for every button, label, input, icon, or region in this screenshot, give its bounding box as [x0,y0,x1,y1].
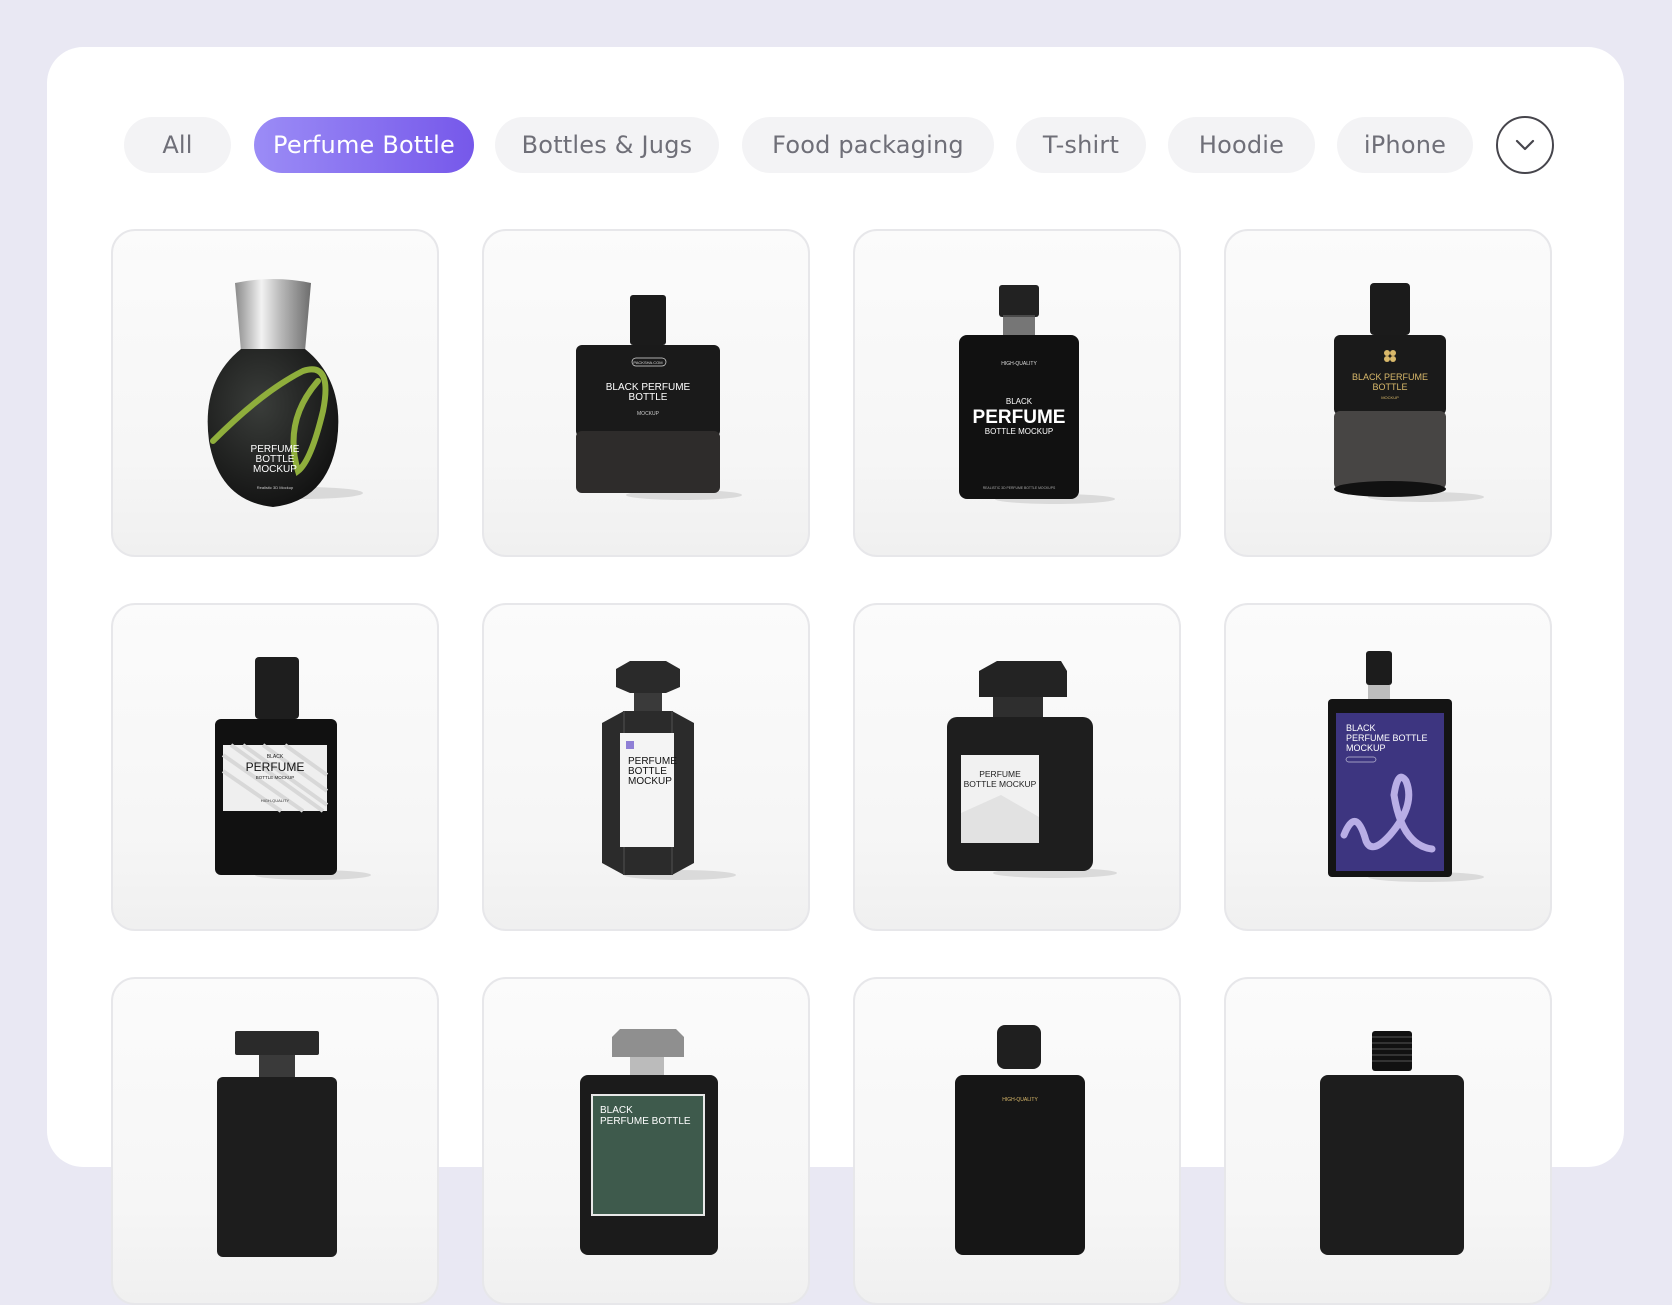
bottle-label: MOCKUP [1346,743,1386,753]
perfume-bottle-image: PERFUME BOTTLE MOCKUP [602,661,736,880]
bottle-small-text: Realistic 3D Mockup [257,485,294,490]
bottle-label: BLACK [600,1105,633,1116]
bottle-label: PERFUME [246,760,305,774]
bottle-small-text: REALISTIC 3D PERFUME BOTTLE MOCKUPS [983,486,1056,490]
bottle-label: BOTTLE MOCKUP [964,779,1037,789]
bottle-small-text: MOCKUP [637,411,660,417]
perfume-bottle-image: HIGH-QUALITY [955,1025,1085,1255]
bottle-label: PERFUME [979,769,1021,779]
mockup-card[interactable]: BLACK PERFUME BOTTLE MOCKUP [1224,603,1552,931]
mockup-card[interactable]: HIGH-QUALITY [853,977,1181,1305]
mockup-card[interactable] [111,977,439,1305]
perfume-bottle-image [217,1031,337,1257]
mockup-card[interactable]: HIGH-QUALITY BLACK PERFUME BOTTLE MOCKUP… [853,229,1181,557]
perfume-bottle-image: PACKSHA.COM BLACK PERFUME BOTTLE MOCKUP [576,295,742,500]
bottle-label: MOCKUP [253,464,297,475]
mockup-card[interactable]: PERFUME BOTTLE MOCKUP [853,603,1181,931]
bottle-label: BLACK [1346,723,1376,733]
bottle-label: BLACK PERFUME [1352,372,1428,382]
bottle-label: PERFUME BOTTLE [1346,733,1428,743]
bottle-top-text: PACKSHA.COM [633,360,662,365]
bottle-label-pre: BLACK [1006,397,1033,406]
mockup-card[interactable]: BLACK PERFUME BOTTLE MOCKUP [1224,229,1552,557]
filter-chip-bottles-jugs[interactable]: Bottles & Jugs [495,117,719,173]
bottle-label: PERFUME BOTTLE [600,1116,691,1127]
bottle-top-text: HIGH-QUALITY [1001,361,1037,367]
bottle-small-text: HIGH-QUALITY [261,798,290,803]
mockup-card[interactable]: PERFUME BOTTLE MOCKUP Realistic 3D Mocku… [111,229,439,557]
perfume-bottle-image: BLACK PERFUME BOTTLE MOCKUP [1334,283,1484,502]
mockup-card[interactable]: BLACK PERFUME BOTTLE MOCKUP HIGH-QUALITY [111,603,439,931]
perfume-bottle-image: HIGH-QUALITY BLACK PERFUME BOTTLE MOCKUP… [959,285,1115,504]
bottle-top-text: HIGH-QUALITY [1002,1097,1038,1103]
mockup-card[interactable]: BLACK PERFUME BOTTLE [482,977,810,1305]
chevron-down-icon [1515,139,1535,151]
more-categories-button[interactable] [1496,116,1554,174]
perfume-bottle-image: PERFUME BOTTLE MOCKUP Realistic 3D Mocku… [207,279,363,507]
bottle-label: MOCKUP [628,776,672,787]
filter-chip-perfume-bottle[interactable]: Perfume Bottle [254,117,474,173]
bottle-label: BOTTLE [629,392,668,403]
filter-chip-hoodie[interactable]: Hoodie [1168,117,1315,173]
bottle-label: BOTTLE [1372,382,1407,392]
filter-chip-food-packaging[interactable]: Food packaging [742,117,994,173]
bottle-label-sub: BOTTLE MOCKUP [985,427,1053,436]
filter-chip-all[interactable]: All [124,117,231,173]
perfume-bottle-image: PERFUME BOTTLE MOCKUP [947,661,1117,878]
bottle-small-text: MOCKUP [1381,395,1399,400]
filter-chip-iphone[interactable]: iPhone [1337,117,1473,173]
perfume-bottle-image [1320,1031,1464,1255]
filter-chip-t-shirt[interactable]: T-shirt [1016,117,1146,173]
perfume-bottle-image: BLACK PERFUME BOTTLE MOCKUP [1328,651,1484,882]
perfume-bottle-image: BLACK PERFUME BOTTLE [580,1029,718,1255]
mockup-card[interactable] [1224,977,1552,1305]
mockup-card[interactable]: PERFUME BOTTLE MOCKUP [482,603,810,931]
mockup-card[interactable]: PACKSHA.COM BLACK PERFUME BOTTLE MOCKUP [482,229,810,557]
bottle-label-sub: BOTTLE MOCKUP [256,775,295,780]
perfume-bottle-image: BLACK PERFUME BOTTLE MOCKUP HIGH-QUALITY [215,657,371,880]
bottle-label: PERFUME [973,407,1066,428]
